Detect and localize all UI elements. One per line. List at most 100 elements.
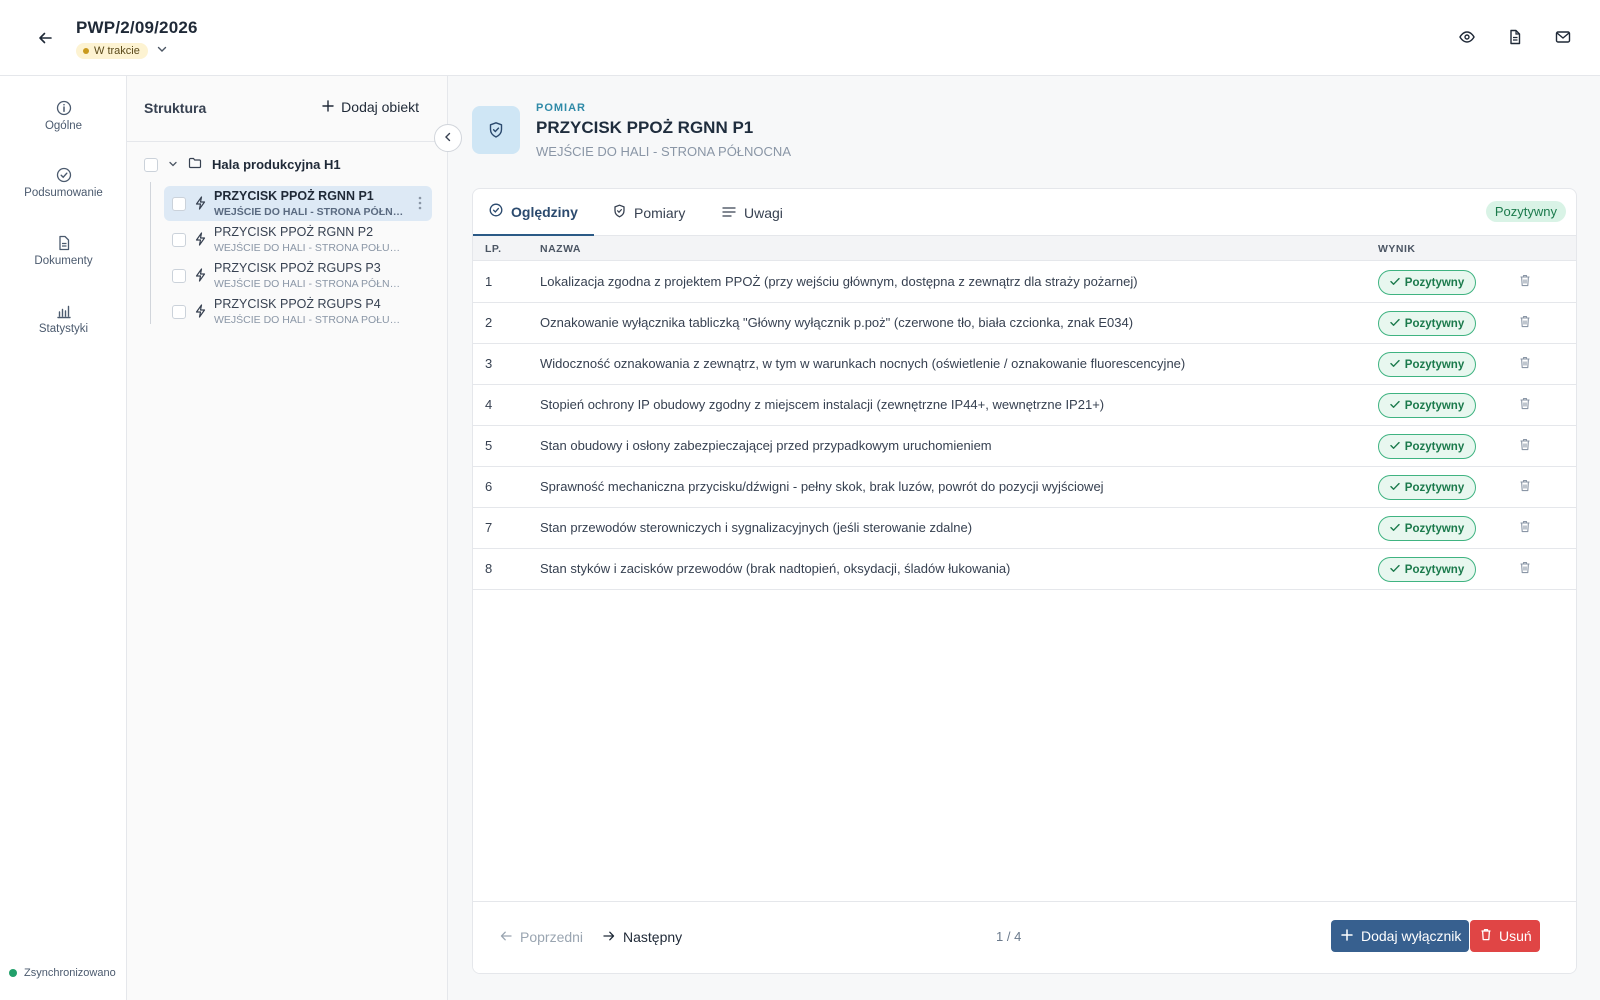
tree-item-subtitle: WEJŚCIE DO HALI - STRONA POŁUDNIOWA	[214, 314, 406, 326]
tree-item-title: PRZYCISK PPOŻ RGUPS P3	[214, 261, 381, 275]
tree-item[interactable]: PRZYCISK PPOŻ RGNN P1 WEJŚCIE DO HALI - …	[164, 186, 432, 221]
tree-item-title: PRZYCISK PPOŻ RGNN P2	[214, 225, 374, 239]
main-content: POMIAR PRZYCISK PPOŻ RGNN P1 WEJŚCIE DO …	[448, 76, 1600, 1000]
tree-item-title: PRZYCISK PPOŻ RGNN P1	[214, 189, 374, 203]
tree-checkbox[interactable]	[144, 157, 158, 172]
tree-item-title: PRZYCISK PPOŻ RGUPS P4	[214, 297, 381, 311]
result-label: Pozytywny	[1404, 317, 1465, 330]
table-row: 6 Sprawność mechaniczna przycisku/dźwigni…	[473, 467, 1576, 508]
sync-dot	[9, 969, 17, 977]
tree-checkbox[interactable]	[172, 269, 186, 283]
lightning-icon	[194, 304, 207, 323]
result-button[interactable]: Pozytywny	[1378, 557, 1476, 582]
trash-icon[interactable]	[1519, 479, 1531, 495]
folder-icon	[188, 156, 202, 173]
tree-root-label: Hala produkcyjna H1	[212, 157, 341, 172]
tab-bar: Oględziny Pomiary Uwagi Pozytywny	[473, 189, 1576, 236]
tab-notes[interactable]: Uwagi	[706, 189, 799, 236]
tab-measurements[interactable]: Pomiary	[597, 189, 701, 236]
chevron-down-icon[interactable]	[156, 42, 168, 60]
row-number: 7	[485, 520, 493, 535]
trash-icon	[1480, 928, 1492, 944]
check-circle-icon	[0, 167, 127, 183]
tree-item[interactable]: PRZYCISK PPOŻ RGUPS P4 WEJŚCIE DO HALI -…	[164, 294, 432, 329]
check-icon	[1390, 441, 1400, 453]
row-name: Lokalizacja zgodna z projektem PPOŻ (prz…	[540, 274, 1138, 289]
mail-icon[interactable]	[1552, 26, 1574, 48]
more-vertical-icon[interactable]	[418, 196, 422, 215]
trash-icon[interactable]	[1519, 520, 1531, 536]
row-number: 1	[485, 274, 493, 289]
status-badge[interactable]: W trakcie	[76, 43, 148, 59]
status-dot	[83, 48, 89, 54]
info-icon	[0, 100, 127, 116]
next-button[interactable]: Następny	[603, 929, 682, 945]
tab-inspection[interactable]: Oględziny	[473, 189, 594, 236]
header-actions	[1456, 26, 1574, 48]
check-circle-icon	[489, 203, 503, 220]
result-button[interactable]: Pozytywny	[1378, 393, 1476, 418]
add-switch-label: Dodaj wyłącznik	[1361, 928, 1462, 944]
tree-root-node[interactable]: Hala produkcyjna H1	[144, 156, 341, 173]
tree-item-subtitle: WEJŚCIE DO HALI - STRONA PÓŁNOCNA	[214, 206, 406, 218]
app-header: PWP/2/09/2026 W trakcie	[0, 0, 1600, 76]
tree-checkbox[interactable]	[172, 233, 186, 247]
delete-button[interactable]: Usuń	[1470, 920, 1540, 952]
nav-item-documents[interactable]: Dokumenty	[0, 235, 127, 267]
eye-icon[interactable]	[1456, 26, 1478, 48]
result-button[interactable]: Pozytywny	[1378, 270, 1476, 295]
check-icon	[1390, 523, 1400, 535]
trash-icon[interactable]	[1519, 397, 1531, 413]
row-name: Widoczność oznakowania z zewnątrz, w tym…	[540, 356, 1186, 371]
tree-item[interactable]: PRZYCISK PPOŻ RGUPS P3 WEJŚCIE DO HALI -…	[164, 258, 432, 293]
tree-checkbox[interactable]	[172, 305, 186, 319]
side-navigation: Ogólne Podsumowanie Dokumenty Statystyki…	[0, 76, 127, 1000]
item-subtitle: WEJŚCIE DO HALI - STRONA PÓŁNOCNA	[536, 144, 791, 159]
trash-icon[interactable]	[1519, 356, 1531, 372]
result-label: Pozytywny	[1404, 563, 1465, 576]
trash-icon[interactable]	[1519, 561, 1531, 577]
arrow-right-icon	[603, 929, 615, 945]
add-object-button[interactable]: Dodaj obiekt	[322, 99, 419, 115]
result-button[interactable]: Pozytywny	[1378, 311, 1476, 336]
nav-item-statistics[interactable]: Statystyki	[0, 303, 127, 335]
page-indicator: 1 / 4	[996, 929, 1022, 944]
row-number: 5	[485, 438, 493, 453]
result-button[interactable]: Pozytywny	[1378, 516, 1476, 541]
row-number: 2	[485, 315, 493, 330]
chevron-down-icon[interactable]	[168, 157, 178, 172]
row-number: 4	[485, 397, 493, 412]
chevron-left-icon	[443, 129, 453, 147]
add-switch-button[interactable]: Dodaj wyłącznik	[1331, 920, 1470, 952]
result-label: Pozytywny	[1404, 399, 1465, 412]
nav-label: Podsumowanie	[24, 187, 103, 199]
row-number: 8	[485, 561, 493, 576]
structure-title: Struktura	[144, 100, 207, 116]
status-selector[interactable]: W trakcie	[76, 42, 168, 60]
trash-icon[interactable]	[1519, 274, 1531, 290]
nav-label: Ogólne	[44, 120, 83, 132]
back-arrow-icon[interactable]	[34, 27, 56, 49]
arrow-left-icon	[500, 929, 512, 945]
document-icon[interactable]	[1504, 26, 1526, 48]
nav-item-summary[interactable]: Podsumowanie	[0, 167, 127, 199]
check-icon	[1390, 277, 1400, 289]
shield-icon	[613, 204, 626, 221]
result-button[interactable]: Pozytywny	[1378, 434, 1476, 459]
tree-checkbox[interactable]	[172, 197, 186, 211]
add-object-label: Dodaj obiekt	[341, 99, 419, 115]
check-icon	[1390, 400, 1400, 412]
result-button[interactable]: Pozytywny	[1378, 475, 1476, 500]
nav-item-general[interactable]: Ogólne	[0, 100, 127, 132]
collapse-panel-button[interactable]	[434, 124, 462, 152]
status-label: W trakcie	[94, 45, 140, 57]
tree-item[interactable]: PRZYCISK PPOŻ RGNN P2 WEJŚCIE DO HALI - …	[164, 222, 432, 257]
trash-icon[interactable]	[1519, 438, 1531, 454]
sync-status: Zsynchronizowano	[9, 967, 116, 979]
result-button[interactable]: Pozytywny	[1378, 352, 1476, 377]
table-row: 1 Lokalizacja zgodna z projektem PPOŻ (pr…	[473, 262, 1576, 303]
trash-icon[interactable]	[1519, 315, 1531, 331]
check-icon	[1390, 318, 1400, 330]
table-row: 2 Oznakowanie wyłącznika tabliczką "Główn…	[473, 303, 1576, 344]
previous-button[interactable]: Poprzedni	[500, 929, 583, 945]
